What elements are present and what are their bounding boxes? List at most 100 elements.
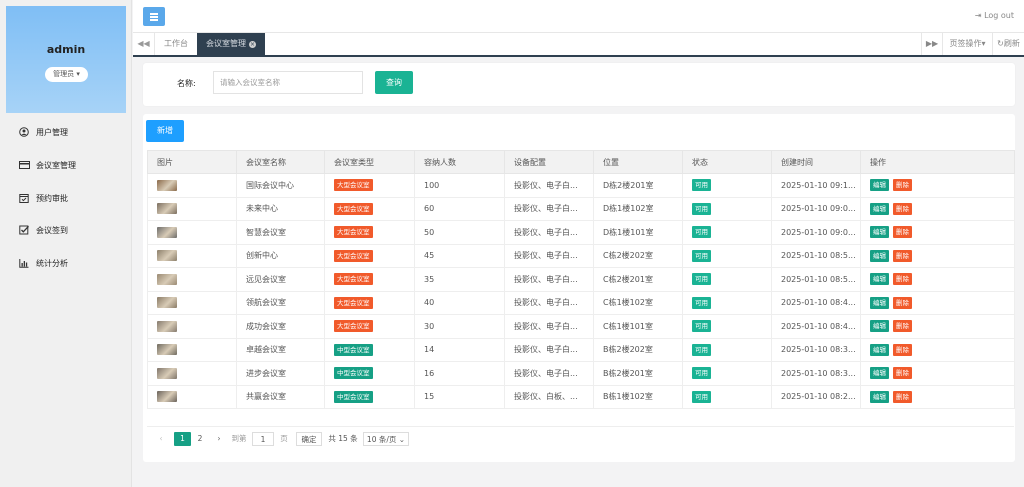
user-profile-panel: admin 管理员 ▾ xyxy=(6,6,126,113)
edit-button[interactable]: 编辑 xyxy=(870,390,889,403)
close-tab-icon[interactable]: × xyxy=(249,41,256,48)
calendar-check-icon xyxy=(19,193,29,203)
room-type-cell: 中型会议室 xyxy=(324,361,415,386)
room-name-search-input[interactable] xyxy=(213,71,363,94)
edit-button[interactable]: 编辑 xyxy=(870,273,889,286)
room-type-badge: 大型会议室 xyxy=(334,320,373,333)
room-created-time: 2025-01-10 08:3... xyxy=(771,361,861,386)
edit-button[interactable]: 编辑 xyxy=(870,367,889,380)
room-image-cell xyxy=(147,337,237,362)
add-room-button[interactable]: 新增 xyxy=(146,120,184,142)
edit-button[interactable]: 编辑 xyxy=(870,179,889,192)
room-thumbnail xyxy=(157,320,177,332)
status-badge: 可用 xyxy=(692,296,711,309)
delete-button[interactable]: 删除 xyxy=(893,343,912,356)
edit-button[interactable]: 编辑 xyxy=(870,202,889,215)
room-equipment: 投影仪、电子白... xyxy=(504,314,594,339)
status-badge: 可用 xyxy=(692,273,711,286)
tab-scroll-left-button[interactable]: ◀◀ xyxy=(133,33,155,55)
page-button[interactable]: 2 xyxy=(193,432,207,446)
top-header: ⇥ Log out xyxy=(133,0,1024,33)
goto-confirm-button[interactable]: 确定 xyxy=(296,432,322,446)
room-status-cell: 可用 xyxy=(682,267,772,292)
row-actions: 编辑 删除 xyxy=(860,337,1015,362)
delete-button[interactable]: 删除 xyxy=(893,179,912,192)
edit-button[interactable]: 编辑 xyxy=(870,343,889,356)
page-button-current[interactable]: 1 xyxy=(174,432,191,446)
column-header: 会议室类型 xyxy=(324,150,415,174)
delete-button[interactable]: 删除 xyxy=(893,226,912,239)
room-image-cell xyxy=(147,267,237,292)
room-created-time: 2025-01-10 09:1... xyxy=(771,173,861,198)
goto-page-input[interactable]: 1 xyxy=(252,432,274,446)
sidebar-item-statistics[interactable]: 统计分析 xyxy=(19,256,68,270)
room-capacity: 100 xyxy=(414,173,505,198)
room-name: 成功会议室 xyxy=(236,314,325,339)
row-actions: 编辑 删除 xyxy=(860,173,1015,198)
room-location: C栋2楼202室 xyxy=(593,243,683,268)
menu-toggle-button[interactable] xyxy=(143,7,165,26)
table-row: 进步会议室 中型会议室 16 投影仪、电子白... B栋2楼201室 可用 2025-01-… xyxy=(147,361,1015,386)
search-label: 名称: xyxy=(177,79,196,88)
room-name: 未来中心 xyxy=(236,196,325,221)
delete-button[interactable]: 删除 xyxy=(893,320,912,333)
room-thumbnail xyxy=(157,226,177,238)
room-name: 创新中心 xyxy=(236,243,325,268)
logout-label: Log out xyxy=(984,11,1014,20)
delete-button[interactable]: 删除 xyxy=(893,273,912,286)
sidebar-item-room-management[interactable]: 会议室管理 xyxy=(19,158,76,172)
room-status-cell: 可用 xyxy=(682,196,772,221)
room-type-cell: 中型会议室 xyxy=(324,337,415,362)
next-page-button[interactable]: › xyxy=(212,432,226,446)
edit-button[interactable]: 编辑 xyxy=(870,249,889,262)
tab-label: 工作台 xyxy=(164,39,188,48)
edit-button[interactable]: 编辑 xyxy=(870,296,889,309)
delete-button[interactable]: 删除 xyxy=(893,296,912,309)
sidebar-item-user-management[interactable]: 用户管理 xyxy=(19,125,68,139)
edit-button[interactable]: 编辑 xyxy=(870,320,889,333)
room-status-cell: 可用 xyxy=(682,243,772,268)
sidebar-item-booking-approval[interactable]: 预约审批 xyxy=(19,191,68,205)
room-type-cell: 大型会议室 xyxy=(324,290,415,315)
room-image-cell xyxy=(147,290,237,315)
checkbox-icon xyxy=(19,225,29,235)
column-header: 会议室名称 xyxy=(236,150,325,174)
delete-button[interactable]: 删除 xyxy=(893,390,912,403)
room-type-badge: 大型会议室 xyxy=(334,226,373,239)
delete-button[interactable]: 删除 xyxy=(893,367,912,380)
room-location: D栋1楼101室 xyxy=(593,220,683,245)
row-actions: 编辑 删除 xyxy=(860,243,1015,268)
column-header: 操作 xyxy=(860,150,1015,174)
tab-operations-dropdown[interactable]: 页签操作▾ xyxy=(942,33,992,55)
room-image-cell xyxy=(147,361,237,386)
room-equipment: 投影仪、电子白... xyxy=(504,220,594,245)
room-created-time: 2025-01-10 08:2... xyxy=(771,384,861,409)
refresh-button[interactable]: ↻刷新 xyxy=(992,33,1024,55)
user-name: admin xyxy=(46,43,86,56)
room-list-panel: 新增 图片 会议室名称 会议室类型 容纳人数 设备配置 位置 状态 创建时间 操… xyxy=(143,114,1015,462)
edit-button[interactable]: 编辑 xyxy=(870,226,889,239)
table-row: 卓越会议室 中型会议室 14 投影仪、电子白... B栋2楼202室 可用 2025-01-… xyxy=(147,337,1015,362)
prev-page-button[interactable]: ‹ xyxy=(154,432,168,446)
tab-room-management[interactable]: 会议室管理 × xyxy=(197,33,265,55)
search-button[interactable]: 查询 xyxy=(375,71,413,94)
status-badge: 可用 xyxy=(692,367,711,380)
room-capacity: 60 xyxy=(414,196,505,221)
row-actions: 编辑 删除 xyxy=(860,220,1015,245)
room-location: B栋1楼102室 xyxy=(593,384,683,409)
delete-button[interactable]: 删除 xyxy=(893,249,912,262)
logout-link[interactable]: ⇥ Log out xyxy=(975,11,1014,20)
room-image-cell xyxy=(147,173,237,198)
tab-dashboard[interactable]: 工作台 xyxy=(155,33,197,55)
room-status-cell: 可用 xyxy=(682,384,772,409)
room-status-cell: 可用 xyxy=(682,173,772,198)
room-status-cell: 可用 xyxy=(682,314,772,339)
sidebar-item-checkin[interactable]: 会议签到 xyxy=(19,223,68,237)
role-dropdown[interactable]: 管理员 ▾ xyxy=(45,67,88,82)
page-size-select[interactable]: 10 条/页 ⌄ xyxy=(363,432,409,446)
room-capacity: 15 xyxy=(414,384,505,409)
room-name: 共赢会议室 xyxy=(236,384,325,409)
tab-scroll-right-button[interactable]: ▶▶ xyxy=(921,33,942,55)
delete-button[interactable]: 删除 xyxy=(893,202,912,215)
room-equipment: 投影仪、电子白... xyxy=(504,196,594,221)
